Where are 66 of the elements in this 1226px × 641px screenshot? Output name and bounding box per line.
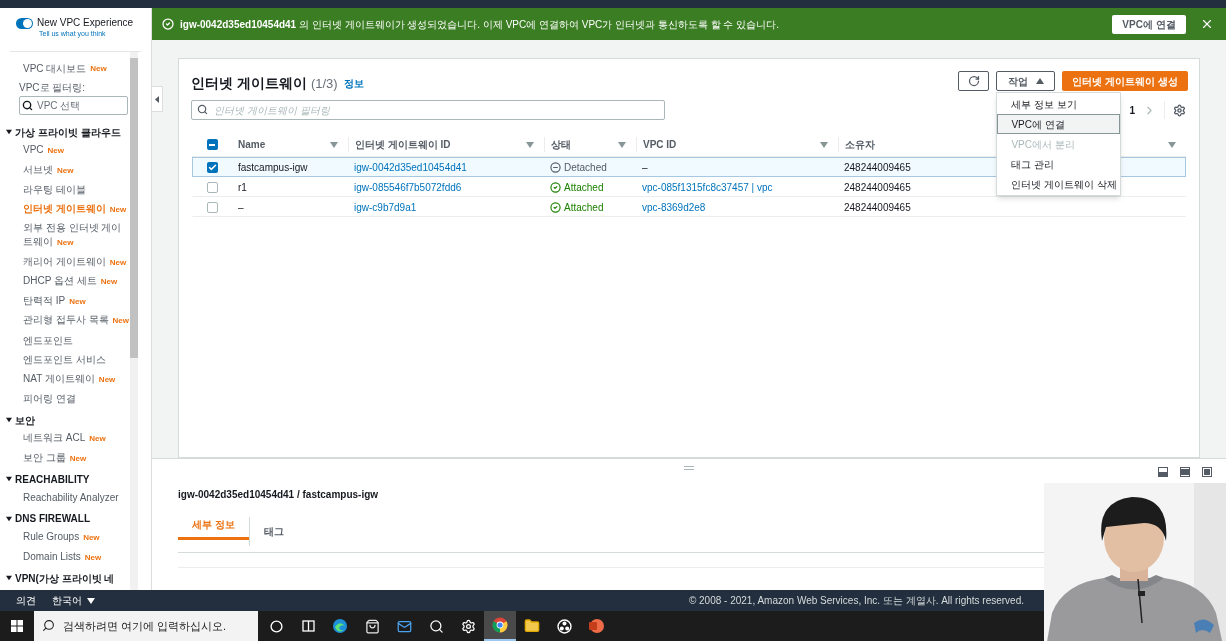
gateway-id-link[interactable]: igw-0042d35ed10454d41 (354, 161, 467, 173)
section-heading[interactable]: VPN(가상 프라이빗 네 (15, 570, 115, 586)
feedback-link[interactable]: 의견 (16, 593, 36, 608)
table-cell: – (238, 201, 244, 213)
section-heading[interactable]: REACHABILITY (15, 471, 90, 487)
details-tab[interactable]: 태그 (248, 517, 298, 546)
sidebar-item[interactable]: 외부 전용 인터넷 게이트웨이 New (23, 221, 130, 251)
vpc-id-link[interactable]: vpc-8369d2e8 (642, 201, 706, 213)
taskbar-search-field[interactable]: 검색하려면 여기에 입력하십시오. (34, 611, 258, 641)
copyright-text: © 2008 - 2021, Amazon Web Services, Inc. 또는 계열사. All rights reserved. (688, 594, 1024, 608)
sidebar-item[interactable]: 보안 그룹 New (23, 451, 87, 466)
info-link[interactable]: 정보 (343, 76, 364, 91)
details-title: igw-0042d35ed10454d41 / fastcampus-igw (178, 488, 380, 502)
panel-title: 인터넷 게이트웨이 (191, 74, 307, 93)
table-cell: 248244009465 (844, 181, 911, 193)
column-header[interactable]: VPC ID (643, 137, 677, 152)
status-text: Detached (564, 160, 607, 175)
column-header[interactable]: Name (238, 137, 266, 152)
new-label: New (90, 62, 107, 75)
column-header[interactable]: 상태 (551, 137, 571, 152)
sidebar-item[interactable]: DHCP 옵션 세트 New (23, 274, 118, 290)
table-cell: fastcampus-igw (238, 161, 308, 173)
sidebar-item[interactable]: 서브넷 New (23, 162, 74, 178)
vpc-id-link[interactable]: vpc-085f1315fc8c37457 | vpc (642, 181, 773, 193)
page-number[interactable]: 1 (1129, 102, 1135, 118)
menu-item[interactable]: 인터넷 게이트웨이 삭제 (997, 174, 1121, 194)
sidebar-item[interactable]: 관리형 접두사 목록 New (23, 313, 129, 329)
column-header[interactable]: 소유자 (845, 137, 875, 152)
table-cell: 248244009465 (844, 201, 911, 213)
sidebar-item[interactable]: NAT 게이트웨이 New (23, 372, 116, 388)
menu-item[interactable]: 세부 정보 보기 (997, 94, 1121, 114)
sidebar-item[interactable]: 피어링 연결 (23, 392, 76, 407)
section-heading[interactable]: DNS FIREWALL (15, 511, 90, 527)
item-count: (1/3) (310, 74, 338, 93)
menu-item[interactable]: VPC에 연결 (997, 114, 1121, 134)
section-heading[interactable]: 보안 (15, 412, 35, 428)
sidebar-item[interactable]: Reachability Analyzer (23, 491, 119, 506)
menu-item[interactable]: 태그 관리 (997, 154, 1121, 174)
sidebar-item[interactable]: 엔드포인트 서비스 (23, 353, 106, 368)
attach-vpc-button[interactable]: VPC에 연결 (1112, 14, 1186, 34)
column-header[interactable]: 인터넷 게이트웨이 ID (355, 137, 451, 152)
language-selector[interactable]: 한국어 (52, 593, 95, 608)
sidebar-item[interactable]: 네트워크 ACL New (23, 431, 106, 447)
sidebar-item[interactable]: VPC New (23, 143, 64, 159)
sidebar-item[interactable]: Domain Lists New (23, 549, 102, 565)
actions-button[interactable]: 작업 (996, 71, 1056, 91)
table-cell: r1 (238, 181, 247, 193)
table-row[interactable]: – igw-c9b7d9a1 Attached vpc-8369d2e8 248244009465 (192, 197, 1186, 217)
sidebar-item[interactable]: 엔드포인트 (23, 333, 73, 348)
sidebar-item[interactable]: 캐리어 게이트웨이 New (23, 254, 127, 270)
table-cell: 248244009465 (844, 161, 911, 173)
sidebar-item[interactable]: VPC 대시보드 (23, 61, 87, 76)
vpc-filter-field[interactable]: VPC 선택 (19, 96, 128, 115)
toggle-label: New VPC Experience (37, 17, 134, 29)
section-heading[interactable]: 가상 프라이빗 클라우드 (15, 124, 121, 140)
sidebar-item[interactable]: 라우팅 테이블 (23, 183, 86, 197)
gateway-id-link[interactable]: igw-085546f7b5072fdd6 (354, 181, 462, 193)
table-cell: – (642, 161, 648, 173)
sidebar-item[interactable]: Rule Groups New (23, 530, 100, 546)
gateway-id-link[interactable]: igw-c9b7d9a1 (354, 201, 417, 213)
sidebar-item[interactable]: 탄력적 IP New (23, 293, 86, 309)
status-text: Attached (564, 200, 604, 215)
filter-field[interactable]: 인터넷 게이트웨이 필터링 (191, 100, 665, 120)
banner-message: igw-0042d35ed10454d41 의 인터넷 게이트웨이가 생성되었습니다. 이제 VPC에 연결하여 VPC가 인터넷과 통신하도록 할 수 있습니다. (180, 17, 780, 32)
status-text: Attached (564, 180, 604, 195)
filter-label: VPC로 필터링: (18, 80, 87, 95)
